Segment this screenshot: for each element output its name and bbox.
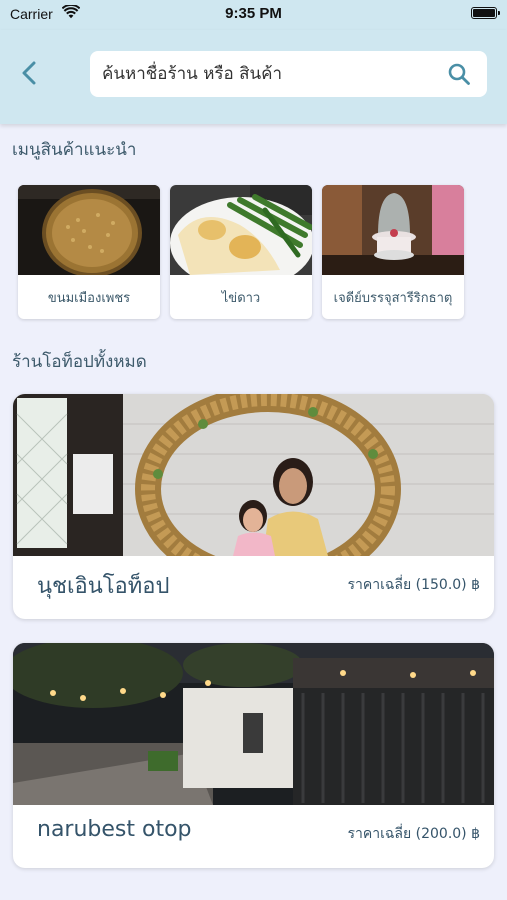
back-button[interactable] (14, 58, 44, 88)
product-name: เจดีย์บรรจุสารีริกธาตุ (333, 290, 453, 306)
battery-icon (471, 7, 500, 19)
search-icon[interactable] (447, 62, 471, 86)
product-image (170, 185, 312, 275)
status-bar: Carrier 9:35 PM (0, 0, 507, 30)
recommended-item[interactable]: ไข่ดาว (170, 185, 312, 319)
shops-title: ร้านโอท็อปทั้งหมด (12, 352, 147, 372)
shop-average-price: ราคาเฉลี่ย (150.0) ฿ (347, 577, 480, 593)
product-name: ไข่ดาว (221, 290, 261, 306)
product-name: ขนมเมืองเพชร (47, 290, 131, 306)
search-input[interactable] (102, 51, 432, 97)
recommended-title: เมนูสินค้าแนะนำ (12, 140, 137, 160)
shop-name: narubest otop (37, 817, 192, 842)
shop-image (13, 394, 494, 556)
shop-card[interactable]: นุชเอินโอท็อป ราคาเฉลี่ย (150.0) ฿ (13, 394, 494, 619)
product-image (18, 185, 160, 275)
search-bar[interactable] (90, 51, 487, 97)
product-image (322, 185, 464, 275)
shop-card[interactable]: narubest otop ราคาเฉลี่ย (200.0) ฿ (13, 643, 494, 868)
recommended-item[interactable]: ขนมเมืองเพชร (18, 185, 160, 319)
shop-average-price: ราคาเฉลี่ย (200.0) ฿ (347, 826, 480, 842)
header (0, 30, 507, 124)
recommended-item[interactable]: เจดีย์บรรจุสารีริกธาตุ (322, 185, 464, 319)
shop-image (13, 643, 494, 805)
chevron-left-icon (22, 61, 36, 85)
shop-name: นุชเอินโอท็อป (37, 574, 170, 599)
status-time: 9:35 PM (225, 5, 282, 22)
